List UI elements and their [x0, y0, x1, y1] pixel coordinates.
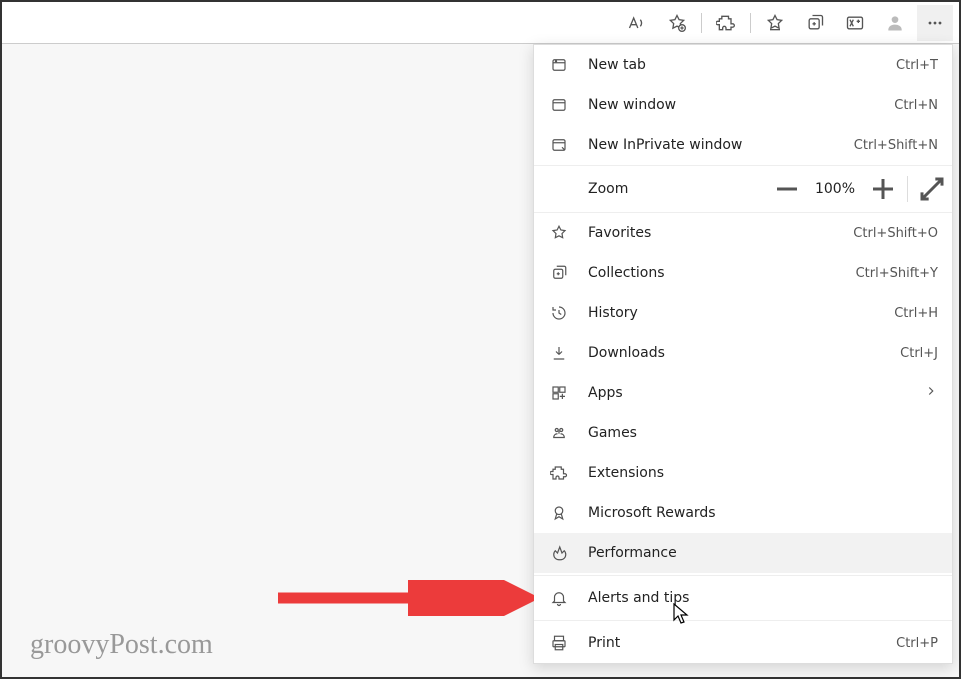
menu-label: Favorites — [588, 225, 853, 241]
menu-label: New window — [588, 97, 894, 113]
zoom-value: 100% — [807, 181, 863, 197]
add-favorite-button[interactable] — [659, 5, 695, 41]
menu-shortcut: Ctrl+T — [896, 58, 938, 73]
history-icon — [548, 302, 570, 324]
new-tab-icon — [548, 54, 570, 76]
math-solver-button[interactable] — [837, 5, 873, 41]
print-icon — [548, 632, 570, 654]
menu-shortcut: Ctrl+H — [894, 306, 938, 321]
performance-icon — [548, 542, 570, 564]
menu-label: Performance — [588, 545, 938, 561]
toolbar-separator — [750, 13, 751, 33]
menu-shortcut: Ctrl+N — [894, 98, 938, 113]
collections-icon — [548, 262, 570, 284]
annotation-arrow — [274, 580, 534, 616]
menu-item-zoom: Zoom 100% — [534, 165, 952, 213]
menu-label: Print — [588, 635, 896, 651]
fullscreen-button[interactable] — [912, 169, 952, 209]
favorites-button[interactable] — [757, 5, 793, 41]
menu-item-games[interactable]: Games — [534, 413, 952, 453]
menu-shortcut: Ctrl+J — [900, 346, 938, 361]
menu-item-print[interactable]: Print Ctrl+P — [534, 623, 952, 663]
collections-button[interactable] — [797, 5, 833, 41]
menu-item-apps[interactable]: Apps — [534, 373, 952, 413]
menu-shortcut: Ctrl+Shift+Y — [856, 266, 938, 281]
menu-item-rewards[interactable]: Microsoft Rewards — [534, 493, 952, 533]
downloads-icon — [548, 342, 570, 364]
mouse-cursor — [673, 603, 691, 625]
apps-icon — [548, 382, 570, 404]
extensions-button[interactable] — [708, 5, 744, 41]
profile-button[interactable] — [877, 5, 913, 41]
menu-label: Microsoft Rewards — [588, 505, 938, 521]
menu-label: History — [588, 305, 894, 321]
settings-and-more-menu: New tab Ctrl+T New window Ctrl+N New InP… — [533, 44, 953, 664]
menu-label: Alerts and tips — [588, 590, 938, 606]
menu-item-collections[interactable]: Collections Ctrl+Shift+Y — [534, 253, 952, 293]
menu-label: Extensions — [588, 465, 938, 481]
toolbar-separator — [701, 13, 702, 33]
games-icon — [548, 422, 570, 444]
menu-item-alerts[interactable]: Alerts and tips — [534, 578, 952, 618]
read-aloud-button[interactable] — [619, 5, 655, 41]
chevron-right-icon — [924, 384, 938, 402]
menu-shortcut: Ctrl+Shift+O — [853, 226, 938, 241]
menu-item-downloads[interactable]: Downloads Ctrl+J — [534, 333, 952, 373]
menu-label: Collections — [588, 265, 856, 281]
favorites-icon — [548, 222, 570, 244]
menu-item-extensions[interactable]: Extensions — [534, 453, 952, 493]
menu-item-new-inprivate[interactable]: New InPrivate window Ctrl+Shift+N — [534, 125, 952, 165]
menu-label: New tab — [588, 57, 896, 73]
zoom-label: Zoom — [588, 181, 767, 197]
new-window-icon — [548, 94, 570, 116]
zoom-out-button[interactable] — [767, 169, 807, 209]
menu-label: Apps — [588, 385, 924, 401]
menu-item-history[interactable]: History Ctrl+H — [534, 293, 952, 333]
watermark-text: groovyPost.com — [30, 629, 213, 661]
menu-item-favorites[interactable]: Favorites Ctrl+Shift+O — [534, 213, 952, 253]
menu-shortcut: Ctrl+Shift+N — [854, 138, 938, 153]
bell-icon — [548, 587, 570, 609]
menu-divider — [534, 575, 952, 576]
extensions-icon — [548, 462, 570, 484]
inprivate-icon — [548, 134, 570, 156]
zoom-in-button[interactable] — [863, 169, 903, 209]
menu-label: New InPrivate window — [588, 137, 854, 153]
menu-item-new-window[interactable]: New window Ctrl+N — [534, 85, 952, 125]
menu-item-performance[interactable]: Performance — [534, 533, 952, 573]
zoom-separator — [907, 176, 908, 202]
menu-label: Downloads — [588, 345, 900, 361]
menu-divider — [534, 620, 952, 621]
menu-shortcut: Ctrl+P — [896, 636, 938, 651]
rewards-icon — [548, 502, 570, 524]
menu-label: Games — [588, 425, 938, 441]
browser-toolbar — [2, 2, 959, 44]
menu-item-new-tab[interactable]: New tab Ctrl+T — [534, 45, 952, 85]
settings-and-more-button[interactable] — [917, 5, 953, 41]
